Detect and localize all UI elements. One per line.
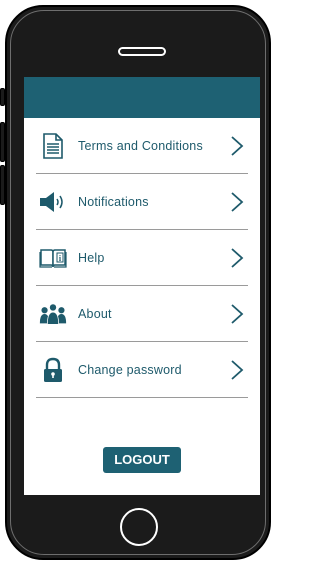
chevron-right-icon bbox=[231, 247, 244, 268]
app-header bbox=[24, 77, 260, 118]
logout-button[interactable]: LOGOUT bbox=[103, 447, 181, 473]
menu-item-label: Change password bbox=[78, 362, 182, 377]
chevron-right-icon bbox=[231, 303, 244, 324]
chevron-right-icon bbox=[231, 359, 244, 380]
menu-item-notifications[interactable]: Notifications bbox=[36, 174, 248, 230]
speaker-icon bbox=[38, 187, 68, 217]
menu-item-label: Terms and Conditions bbox=[78, 138, 203, 153]
menu-item-terms[interactable]: Terms and Conditions bbox=[36, 118, 248, 174]
silent-switch bbox=[0, 88, 5, 106]
chevron-right-icon bbox=[231, 135, 244, 156]
menu-item-help[interactable]: i Help bbox=[36, 230, 248, 286]
help-book-icon: i bbox=[38, 243, 68, 273]
people-icon bbox=[38, 299, 68, 329]
menu-item-label: Help bbox=[78, 250, 105, 265]
menu-item-label: Notifications bbox=[78, 194, 149, 209]
settings-menu: Terms and Conditions Notifications i Hel… bbox=[24, 118, 260, 398]
home-button[interactable] bbox=[120, 508, 158, 546]
speaker-grille bbox=[118, 47, 166, 56]
menu-item-label: About bbox=[78, 306, 112, 321]
volume-up-button bbox=[0, 122, 5, 162]
menu-item-change-password[interactable]: Change password bbox=[36, 342, 248, 398]
volume-down-button bbox=[0, 165, 5, 205]
lock-icon bbox=[38, 355, 68, 385]
chevron-right-icon bbox=[231, 191, 244, 212]
menu-item-about[interactable]: About bbox=[36, 286, 248, 342]
app-screen: Terms and Conditions Notifications i Hel… bbox=[24, 77, 260, 495]
document-icon bbox=[38, 131, 68, 161]
